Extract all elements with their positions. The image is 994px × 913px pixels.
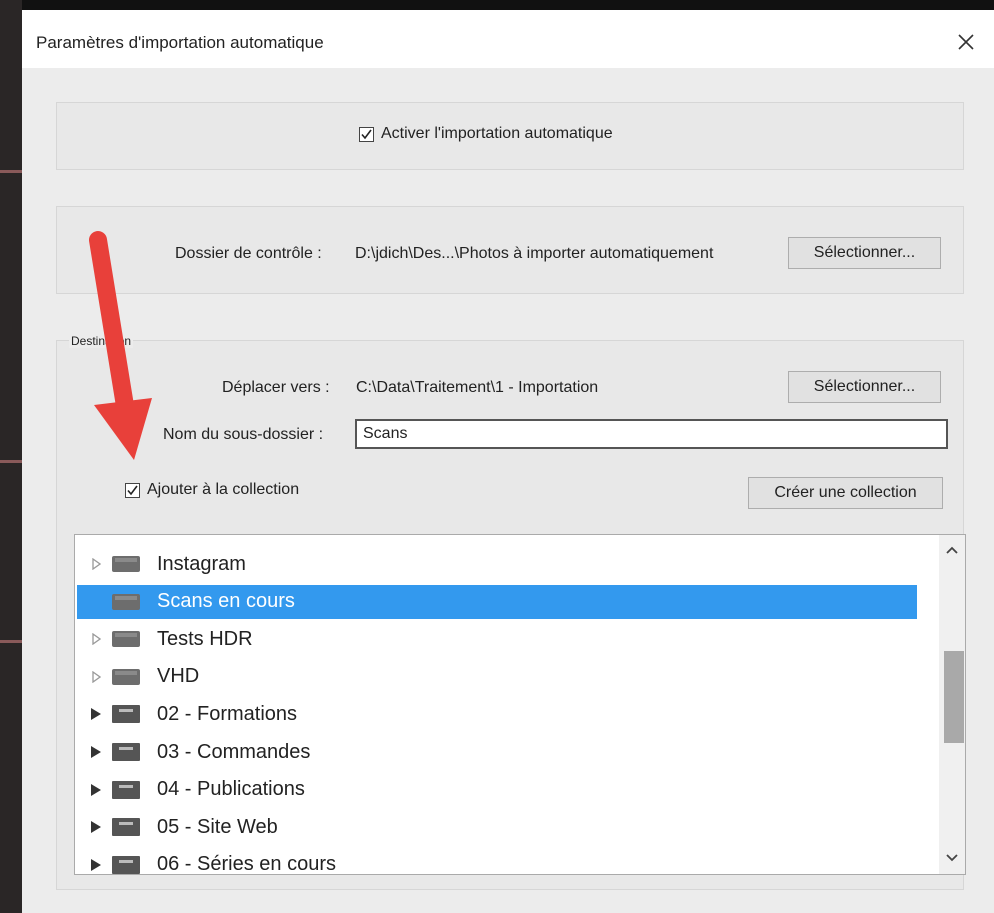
collection-set-icon [111, 817, 141, 837]
collection-name: 05 - Site Web [157, 815, 278, 838]
collection-icon [111, 629, 141, 649]
collection-name: Scans en cours [157, 590, 295, 613]
collection-name: Tests HDR [157, 627, 253, 650]
collection-row[interactable]: 03 - Commandes [77, 735, 917, 769]
edge-mark [0, 460, 22, 463]
scroll-up-icon[interactable] [945, 545, 959, 555]
watch-folder-group: Dossier de contrôle : D:\jdich\Des...\Ph… [56, 206, 964, 294]
dialog-title: Paramètres d'importation automatique [36, 33, 324, 52]
enable-group: Activer l'importation automatique [56, 102, 964, 170]
collection-icon [111, 554, 141, 574]
subfolder-input[interactable]: Scans [355, 419, 948, 449]
scroll-down-icon[interactable] [945, 853, 959, 863]
collection-row[interactable]: 04 - Publications [77, 773, 917, 807]
collection-name: 03 - Commandes [157, 740, 311, 763]
collection-set-icon [111, 780, 141, 800]
expand-triangle-icon[interactable] [81, 858, 111, 872]
enable-auto-import-label[interactable]: Activer l'importation automatique [381, 125, 613, 143]
subfolder-label: Nom du sous-dossier : [163, 426, 324, 443]
watch-folder-label: Dossier de contrôle : [175, 245, 322, 262]
edge-mark [0, 170, 22, 173]
create-collection-button[interactable]: Créer une collection [748, 477, 943, 509]
close-button[interactable] [944, 22, 988, 62]
expand-triangle-icon[interactable] [81, 783, 111, 797]
checkmark-icon [361, 129, 372, 140]
collection-row[interactable]: Instagram [77, 547, 917, 581]
scrollbar-thumb[interactable] [944, 651, 964, 743]
watch-folder-select-button[interactable]: Sélectionner... [788, 237, 941, 269]
collection-set-icon [111, 742, 141, 762]
checkmark-icon [127, 485, 138, 496]
collection-row[interactable]: 05 - Site Web [77, 810, 917, 844]
expand-triangle-icon[interactable] [81, 633, 111, 646]
expand-triangle-icon[interactable] [81, 670, 111, 683]
collection-name: VHD [157, 665, 200, 688]
destination-group-label: Destination [69, 334, 134, 348]
collection-name: 04 - Publications [157, 778, 305, 801]
expand-triangle-icon[interactable] [81, 707, 111, 721]
watch-folder-path: D:\jdich\Des...\Photos à importer automa… [355, 245, 714, 262]
collections-tree[interactable]: Instagram Scans en cours Tests HDR VHD 02 - … [74, 534, 966, 875]
collection-name: 02 - Formations [157, 702, 298, 725]
window-top-edge [0, 0, 994, 10]
collection-name: 06 - Séries en cours [157, 853, 336, 875]
collection-row[interactable]: 02 - Formations [77, 697, 917, 731]
collection-set-icon [111, 855, 141, 874]
background-window-edge [0, 0, 22, 913]
collection-row[interactable]: VHD [77, 660, 917, 694]
collection-icon [111, 667, 141, 687]
add-to-collection-label[interactable]: Ajouter à la collection [147, 481, 299, 499]
close-icon [958, 34, 974, 50]
collection-row[interactable]: Tests HDR [77, 622, 917, 656]
collection-set-icon [111, 704, 141, 724]
collection-name: Instagram [157, 552, 246, 575]
tree-scrollbar[interactable] [939, 535, 965, 874]
expand-triangle-icon[interactable] [81, 745, 111, 759]
auto-import-dialog: Paramètres d'importation automatique Act… [22, 10, 994, 913]
destination-select-button[interactable]: Sélectionner... [788, 371, 941, 403]
move-to-path: C:\Data\Traitement\1 - Importation [356, 379, 599, 396]
move-to-label: Déplacer vers : [222, 379, 330, 396]
enable-auto-import-checkbox[interactable] [359, 127, 374, 142]
expand-triangle-icon[interactable] [81, 558, 111, 570]
collection-row[interactable]: 06 - Séries en cours [77, 848, 917, 875]
add-to-collection-checkbox[interactable] [125, 483, 140, 498]
collection-icon [111, 592, 141, 612]
dialog-titlebar: Paramètres d'importation automatique [22, 10, 994, 68]
expand-triangle-icon[interactable] [81, 820, 111, 834]
edge-mark [0, 640, 22, 643]
collection-row[interactable]: Scans en cours [77, 584, 917, 619]
